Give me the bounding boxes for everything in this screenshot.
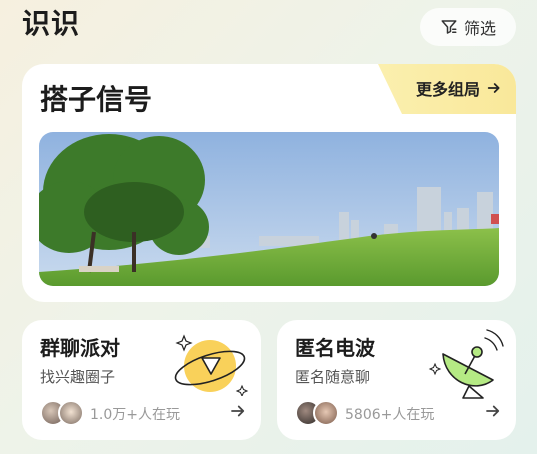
avatar <box>58 400 84 426</box>
arrow-right-icon <box>487 83 500 93</box>
arrow-right-icon[interactable] <box>229 402 247 420</box>
app-title: 识识 <box>22 7 81 40</box>
online-count: 1.0万+人在玩 <box>90 407 180 423</box>
signal-card[interactable]: 搭子信号 更多组局 <box>22 64 516 302</box>
more-groups-label: 更多组局 <box>415 80 480 99</box>
planet-play-icon <box>174 334 249 396</box>
filter-label: 筛选 <box>463 19 496 38</box>
signal-title: 搭子信号 <box>40 83 153 116</box>
banner-photo[interactable] <box>39 132 499 286</box>
anonymous-wave-card[interactable]: 匿名电波 匿名随意聊 5806+人在玩 <box>277 320 516 440</box>
satellite-dish-icon <box>428 329 504 399</box>
avatar <box>313 400 339 426</box>
filter-button[interactable]: 筛选 <box>420 8 516 46</box>
card-subtitle: 找兴趣圈子 <box>40 368 116 386</box>
filter-icon <box>441 20 457 34</box>
top-bar: 识识 筛选 <box>0 0 537 60</box>
more-groups-link[interactable]: 更多组局 <box>416 76 502 100</box>
group-party-card[interactable]: 群聊派对 找兴趣圈子 1.0万+人在玩 <box>22 320 261 440</box>
avatar-stack <box>295 400 341 426</box>
avatar-stack <box>40 400 86 426</box>
card-subtitle: 匿名随意聊 <box>295 368 371 386</box>
online-count: 5806+人在玩 <box>345 407 435 423</box>
card-title: 群聊派对 <box>40 336 120 360</box>
arrow-right-icon[interactable] <box>484 402 502 420</box>
sparkle-icon <box>175 334 193 352</box>
card-title: 匿名电波 <box>295 336 375 360</box>
